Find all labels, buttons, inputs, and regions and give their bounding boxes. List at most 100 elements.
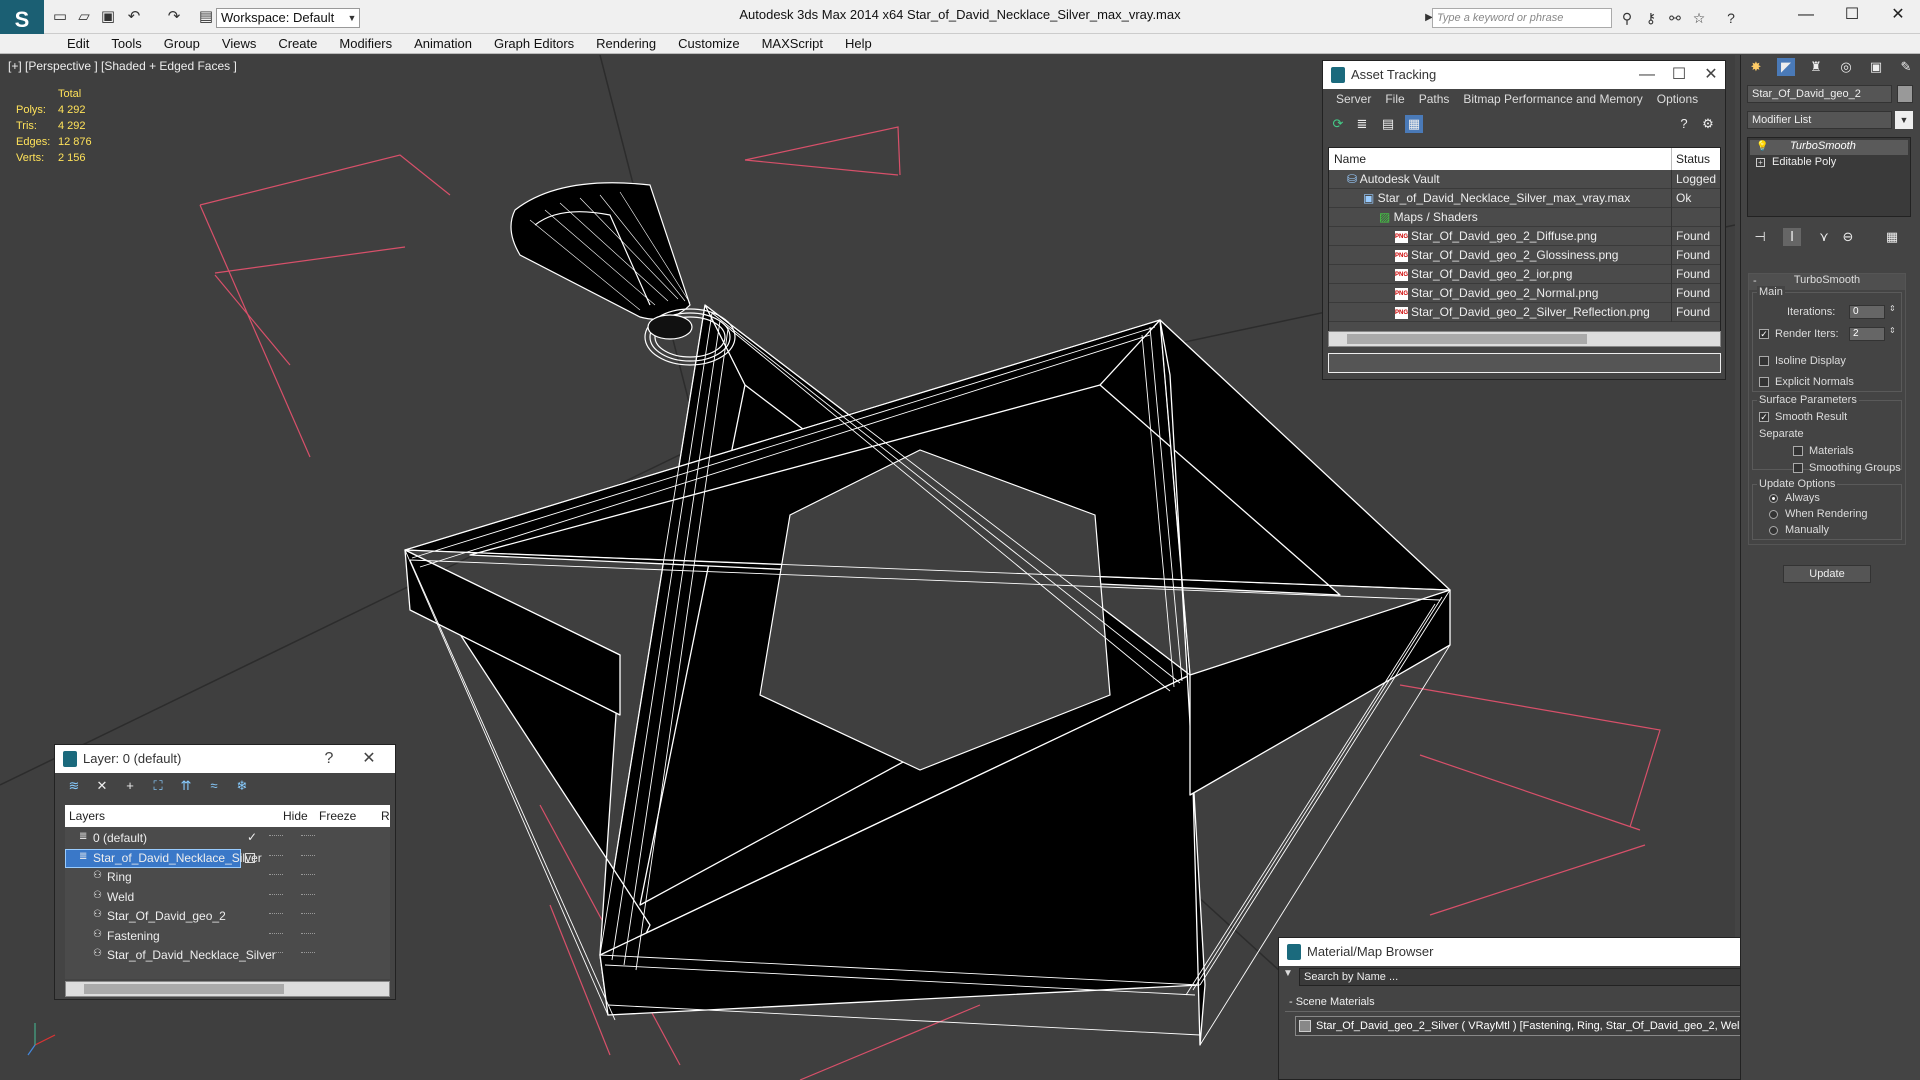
active-layer-check-icon[interactable]: ✓ — [247, 830, 257, 844]
layer-row[interactable]: ⚇ Ring — [65, 868, 390, 887]
delete-layer-icon[interactable]: ✕ — [93, 777, 111, 795]
workspace-dropdown[interactable]: Workspace: Default — [216, 8, 360, 28]
minimize-icon[interactable]: — — [1633, 61, 1661, 89]
modify-tab-icon[interactable]: ◤ — [1777, 58, 1795, 76]
menu-modifiers[interactable]: Modifiers — [328, 34, 403, 53]
set-current-layer-checkbox[interactable] — [245, 852, 255, 863]
always-radio[interactable] — [1769, 492, 1784, 504]
layer-row[interactable]: ⚇ Star_Of_David_geo_2 — [65, 907, 390, 926]
spinner-arrows-icon[interactable]: ⇕ — [1889, 304, 1896, 313]
asset-row[interactable]: ▨ Maps / Shaders — [1329, 208, 1720, 227]
render-iters-spinner[interactable]: 2 — [1849, 327, 1885, 341]
help-icon[interactable]: ? — [1675, 115, 1693, 133]
list-view-icon[interactable]: ≣ — [1353, 115, 1371, 133]
asset-row[interactable]: PNG Star_Of_David_geo_2_Normal.png Found — [1329, 284, 1720, 303]
menu-help[interactable]: Help — [834, 34, 883, 53]
viewport-label[interactable]: [+] [Perspective ] [Shaded + Edged Faces… — [8, 59, 237, 73]
asset-path-field[interactable] — [1328, 353, 1721, 373]
asset-menu-bitmap[interactable]: Bitmap Performance and Memory — [1456, 89, 1649, 111]
scene-materials-header[interactable]: - Scene Materials — [1285, 994, 1795, 1012]
asset-row[interactable]: PNG Star_Of_David_geo_2_Glossiness.png Fou… — [1329, 246, 1720, 265]
menu-tools[interactable]: Tools — [100, 34, 152, 53]
binoculars-icon[interactable]: ⚲ — [1616, 8, 1638, 28]
undo-icon[interactable]: ↶ — [124, 7, 144, 27]
material-item[interactable]: Star_Of_David_geo_2_Silver ( VRayMtl ) [… — [1295, 1016, 1805, 1036]
lightbulb-icon[interactable]: 💡 — [1756, 141, 1768, 152]
materials-checkbox[interactable] — [1793, 445, 1809, 457]
expand-icon[interactable]: + — [1756, 158, 1765, 167]
pin-stack-icon[interactable]: ⊣ — [1751, 228, 1769, 246]
object-name-field[interactable]: Star_Of_David_geo_2 — [1747, 85, 1892, 103]
hide-toggle[interactable] — [269, 854, 283, 857]
layer-row[interactable]: ⚇ Weld — [65, 888, 390, 907]
maximize-icon[interactable]: ☐ — [1665, 61, 1693, 89]
asset-row[interactable]: ▣ Star_of_David_Necklace_Silver_max_vray… — [1329, 189, 1720, 208]
explicit-normals-checkbox[interactable] — [1759, 376, 1775, 388]
hierarchy-tab-icon[interactable]: ♜ — [1807, 58, 1825, 76]
search-input[interactable]: Type a keyword or phrase — [1432, 8, 1612, 28]
manually-radio[interactable] — [1769, 524, 1784, 536]
layer-row[interactable]: ≣ Star_of_David_Necklace_Silver — [65, 848, 390, 868]
smooth-result-checkbox[interactable]: ✓ — [1759, 411, 1775, 423]
save-file-icon[interactable]: ▣ — [98, 7, 118, 27]
render-iters-checkbox[interactable]: ✓ — [1759, 328, 1775, 340]
minimize-button[interactable]: — — [1786, 3, 1826, 27]
create-layer-icon[interactable]: ≋ — [65, 777, 83, 795]
hide-toggle[interactable] — [269, 913, 283, 915]
help-icon[interactable]: ? — [1720, 8, 1742, 28]
add-to-layer-icon[interactable]: + — [121, 777, 139, 795]
exchange-icon[interactable]: ⚯ — [1664, 8, 1686, 28]
freeze-toggle[interactable] — [301, 893, 315, 896]
material-browser-titlebar[interactable]: Material/Map Browser ✕ — [1279, 938, 1813, 966]
chevron-down-icon[interactable]: ▼ — [1895, 111, 1913, 129]
remove-modifier-icon[interactable]: ⊖ — [1839, 228, 1857, 246]
freeze-all-icon[interactable]: ❄ — [233, 777, 251, 795]
menu-maxscript[interactable]: MAXScript — [751, 34, 834, 53]
settings-icon[interactable]: ⚙ — [1699, 115, 1717, 133]
hide-toggle[interactable] — [269, 952, 283, 954]
search-options-icon[interactable]: ▼ — [1283, 968, 1293, 979]
configure-sets-icon[interactable]: ▦ — [1883, 228, 1901, 246]
modifier-list-dropdown[interactable]: Modifier List — [1747, 111, 1892, 129]
update-button[interactable]: Update — [1783, 565, 1871, 583]
detail-view-icon[interactable]: ▤ — [1379, 115, 1397, 133]
make-unique-icon[interactable]: ⋎ — [1815, 228, 1833, 246]
table-view-icon[interactable]: ▦ — [1405, 115, 1423, 133]
stack-item-turbosmooth[interactable]: TurboSmooth — [1750, 140, 1908, 155]
column-status[interactable]: Status — [1676, 152, 1710, 166]
layer-row[interactable]: ≣ 0 (default) ✓ — [65, 829, 390, 848]
open-file-icon[interactable]: ▱ — [74, 7, 94, 27]
hide-toggle[interactable] — [269, 835, 283, 837]
select-objects-icon[interactable]: ⛶ — [149, 777, 167, 795]
hide-toggle[interactable] — [269, 874, 283, 876]
asset-row[interactable]: PNG Star_Of_David_geo_2_Silver_Reflection… — [1329, 303, 1720, 322]
highlight-layer-icon[interactable]: ⇈ — [177, 777, 195, 795]
column-freeze[interactable]: Freeze — [319, 809, 356, 823]
asset-menu-options[interactable]: Options — [1650, 89, 1705, 111]
project-folder-icon[interactable]: ▤ — [196, 7, 216, 27]
freeze-toggle[interactable] — [301, 854, 315, 857]
hide-toggle[interactable] — [269, 932, 283, 935]
asset-tracking-titlebar[interactable]: Asset Tracking — ☐ ✕ — [1323, 61, 1725, 89]
column-render[interactable]: R — [381, 809, 390, 823]
column-name[interactable]: Name — [1334, 152, 1366, 166]
object-color-swatch[interactable] — [1897, 85, 1913, 103]
maximize-button[interactable]: ☐ — [1832, 3, 1872, 27]
create-tab-icon[interactable]: ✸ — [1747, 58, 1765, 76]
utilities-tab-icon[interactable]: ✎ — [1897, 58, 1915, 76]
close-icon[interactable]: ✕ — [1697, 61, 1725, 89]
when-rendering-radio[interactable] — [1769, 508, 1784, 520]
asset-row[interactable]: PNG Star_Of_David_geo_2_Diffuse.png Found — [1329, 227, 1720, 246]
new-file-icon[interactable]: ▭ — [50, 7, 70, 27]
help-icon[interactable]: ? — [315, 745, 343, 773]
freeze-toggle[interactable] — [301, 835, 315, 837]
menu-edit[interactable]: Edit — [56, 34, 100, 53]
display-tab-icon[interactable]: ▣ — [1867, 58, 1885, 76]
freeze-toggle[interactable] — [301, 874, 315, 876]
spinner-arrows-icon[interactable]: ⇕ — [1889, 326, 1896, 335]
hide-all-icon[interactable]: ≈ — [205, 777, 223, 795]
layer-row[interactable]: ⚇ Star_of_David_Necklace_Silver — [65, 946, 390, 965]
key-icon[interactable]: ⚷ — [1640, 8, 1662, 28]
menu-animation[interactable]: Animation — [403, 34, 483, 53]
column-hide[interactable]: Hide — [283, 809, 308, 823]
